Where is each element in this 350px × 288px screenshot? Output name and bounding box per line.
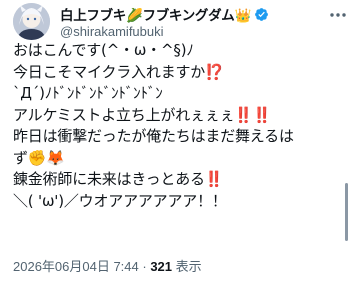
tweet-line: 錬金術師に未来はきっとある‼️ (13, 170, 224, 188)
tweet-line: 今日こそマイクラ入れますか⁉️ (13, 62, 224, 81)
more-options-icon[interactable] (326, 5, 350, 25)
tweet-line: アルケミストよ立ち上がれぇぇぇ‼️‼️ (13, 105, 272, 124)
tweet-text: おはこんです(^・ω・^§)ﾉ 今日こそマイクラ入れますか⁉️ `Д´)ﾉﾄﾞﾝ… (13, 40, 341, 212)
tweet-meta: 2026年06月04日 7:44 · 321 表示 (13, 256, 202, 275)
tweet-line: ＼( 'ω')／ウオアアアアアア！！ (13, 191, 227, 210)
verified-badge-icon (254, 7, 269, 22)
tweet: 白上フブキ🌽フブキングダム👑 @shirakamifubuki おはこんです(^… (0, 0, 350, 288)
tweet-line: 昨日は衝撃だったが俺たちはまだ舞えるは (13, 127, 294, 145)
tweet-line: おはこんです(^・ω・^§)ﾉ (13, 41, 194, 59)
tweet-header: 白上フブキ🌽フブキングダム👑 @shirakamifubuki (13, 3, 346, 43)
avatar-image (13, 3, 50, 40)
name-row: 白上フブキ🌽フブキングダム👑 (60, 4, 269, 24)
avatar[interactable] (13, 3, 50, 40)
display-name[interactable]: 白上フブキ🌽フブキングダム👑 (60, 4, 251, 24)
views-count[interactable]: 321 (150, 259, 172, 274)
timestamp-link[interactable]: 2026年06月04日 7:44 (13, 259, 139, 274)
tweet-line: ず✊🦊 (13, 148, 65, 167)
scrollbar-thumb[interactable] (345, 183, 348, 241)
views-label: 表示 (172, 259, 202, 274)
tweet-line: `Д´)ﾉﾄﾞﾝﾄﾞﾝﾄﾞﾝﾄﾞﾝﾄﾞﾝ (13, 84, 163, 102)
user-handle[interactable]: @shirakamifubuki (60, 24, 164, 39)
meta-separator: · (138, 259, 151, 274)
